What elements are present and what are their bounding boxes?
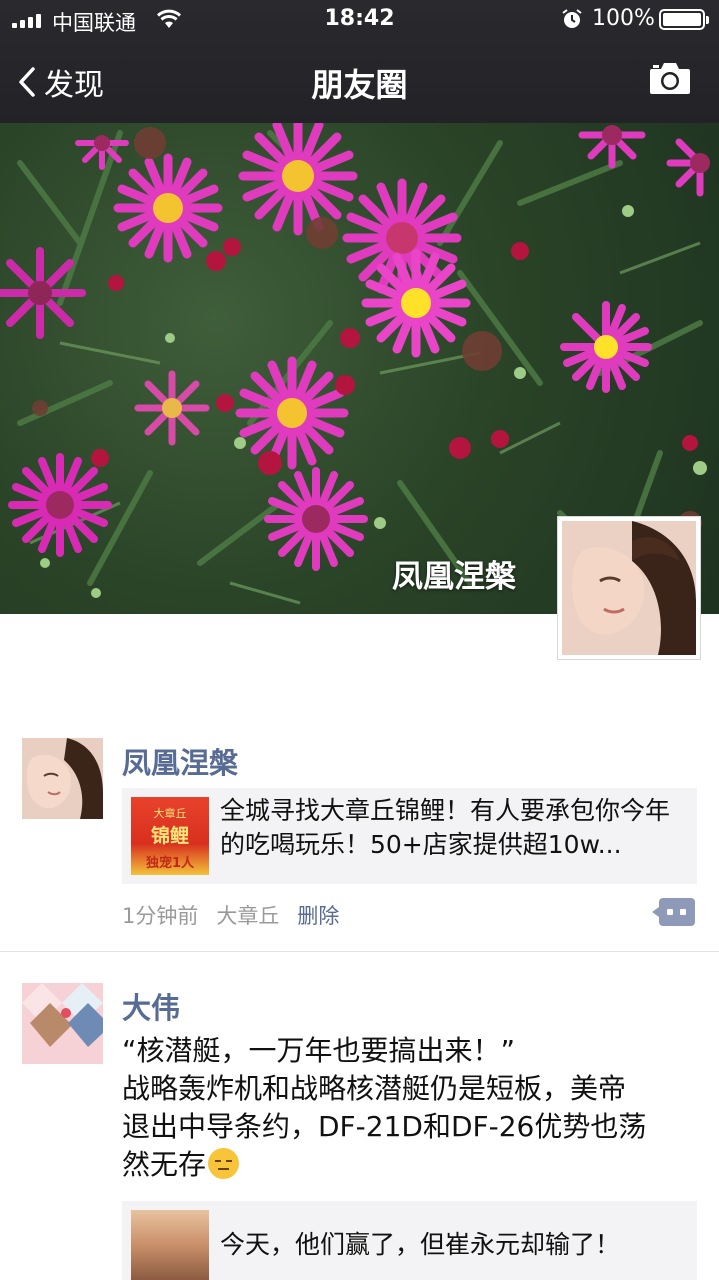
page-title: 朋友圈 bbox=[311, 66, 408, 104]
profile-avatar[interactable] bbox=[557, 516, 701, 660]
comment-icon[interactable] bbox=[652, 898, 695, 926]
battery-icon bbox=[659, 9, 709, 30]
avatar[interactable] bbox=[22, 983, 103, 1064]
username[interactable]: 大伟 bbox=[122, 985, 180, 1027]
link-title: 全城寻找大章丘锦鲤！有人要承包你今年的吃喝玩乐！50+店家提供超10w... bbox=[220, 796, 671, 859]
post-meta: 1分钟前 大章丘 删除 bbox=[122, 900, 339, 930]
shared-link-card[interactable]: 今天，他们赢了，但崔永元却输了！ bbox=[122, 1201, 697, 1280]
avatar[interactable] bbox=[22, 738, 103, 819]
chevron-left-icon bbox=[19, 67, 35, 97]
pensive-emoji-icon bbox=[208, 1148, 240, 1179]
status-bar: 中国联通 18:42 100% bbox=[0, 0, 719, 40]
post-text: “核潜艇，一万年也要搞出来！” 战略轰炸机和战略核潜艇仍是短板，美帝 退出中导条… bbox=[122, 1032, 700, 1184]
alarm-icon bbox=[562, 9, 582, 28]
username[interactable]: 凤凰涅槃 bbox=[122, 740, 238, 782]
camera-icon[interactable] bbox=[648, 60, 692, 96]
post-location[interactable]: 大章丘 bbox=[216, 900, 279, 930]
shared-link-card[interactable]: 大章丘 锦鲤 独宠1人 全城寻找大章丘锦鲤！有人要承包你今年的吃喝玩乐！50+店… bbox=[122, 788, 697, 884]
thumb-line: 锦鲤 bbox=[150, 825, 189, 847]
link-thumbnail bbox=[131, 1210, 209, 1280]
post-text-line: “核潜艇，一万年也要搞出来！” bbox=[122, 1034, 516, 1067]
navigation-bar: 发现 朋友圈 bbox=[0, 40, 719, 123]
battery-percent: 100% bbox=[592, 6, 655, 31]
post-text-line: 然无存 bbox=[122, 1148, 207, 1181]
thumb-line: 独宠1人 bbox=[145, 856, 195, 871]
avatar-photo bbox=[562, 521, 696, 655]
post-text-line: 退出中导条约，DF-21D和DF-26优势也荡 bbox=[122, 1110, 647, 1143]
back-label: 发现 bbox=[44, 68, 104, 103]
post-text-last-line: 然无存 bbox=[122, 1146, 700, 1184]
link-thumbnail: 大章丘 锦鲤 独宠1人 bbox=[131, 797, 209, 875]
link-title: 今天，他们赢了，但崔永元却输了！ bbox=[220, 1230, 621, 1259]
post-text-line: 战略轰炸机和战略核潜艇仍是短板，美帝 bbox=[122, 1072, 627, 1105]
post-time: 1分钟前 bbox=[122, 904, 199, 928]
thumb-line: 大章丘 bbox=[153, 807, 187, 820]
delete-button[interactable]: 删除 bbox=[297, 900, 339, 930]
back-button[interactable]: 发现 bbox=[18, 60, 104, 104]
moment-post: 大伟 “核潜艇，一万年也要搞出来！” 战略轰炸机和战略核潜艇仍是短板，美帝 退出… bbox=[0, 983, 719, 1280]
cover-display-name: 凤凰涅槃 bbox=[392, 559, 516, 595]
moment-post: 凤凰涅槃 大章丘 锦鲤 独宠1人 全城寻找大章丘锦鲤！有人要承包你今年的吃喝玩乐… bbox=[0, 738, 719, 952]
header: 中国联通 18:42 100% 发现 朋友圈 bbox=[0, 0, 719, 123]
